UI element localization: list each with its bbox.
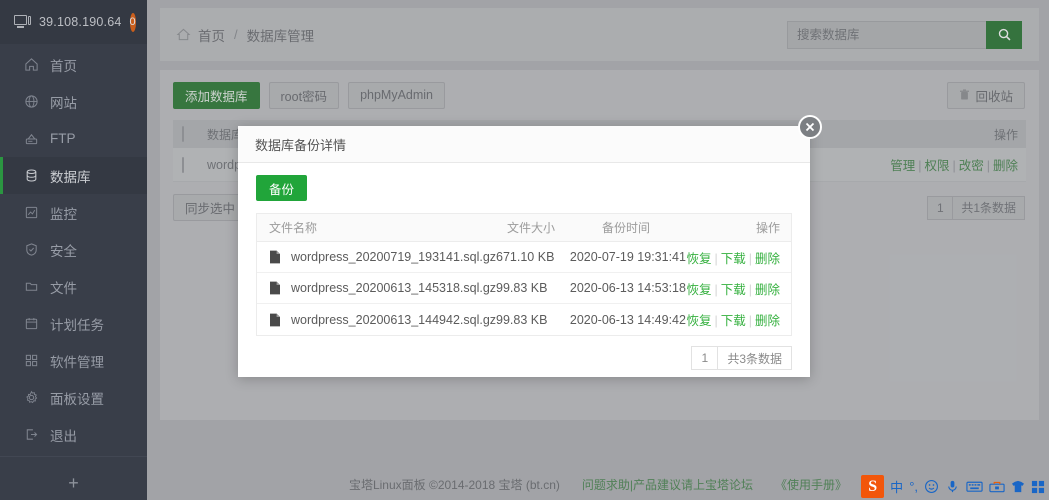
- backup-detail-modal: 数据库备份详情 备份 文件名称 文件大小 备份时间 操作 wordpress_2…: [238, 115, 822, 377]
- cell-operations: 恢复 | 下载 | 删除: [686, 314, 780, 328]
- close-icon: [805, 122, 815, 132]
- cell-filename-wrap: wordpress_20200613_145318.sql.gz: [257, 281, 496, 295]
- restore-link[interactable]: 恢复: [686, 314, 711, 328]
- cell-backuptime: 2020-07-19 19:31:41: [569, 250, 686, 264]
- cell-filesize: 99.83 KB: [496, 312, 548, 327]
- download-link[interactable]: 下载: [721, 252, 746, 266]
- restore-link[interactable]: 恢复: [686, 283, 711, 297]
- cell-filesize: 671.10 KB: [496, 250, 555, 264]
- column-header-filename: 文件名称: [269, 221, 318, 235]
- cell-filename: wordpress_20200613_145318.sql.gz: [291, 281, 497, 295]
- file-icon: [270, 281, 280, 295]
- modal-title: 数据库备份详情: [238, 126, 810, 163]
- cell-operations: 恢复 | 下载 | 删除: [686, 282, 780, 297]
- total-count-label: 共3条数据: [718, 346, 792, 370]
- sogou-logo-icon[interactable]: S: [861, 475, 885, 498]
- page-number[interactable]: 1: [691, 346, 719, 370]
- ime-toolbar: S 中 °,: [861, 475, 1049, 498]
- delete-link[interactable]: 删除: [755, 283, 780, 297]
- backup-table-header: 文件名称 文件大小 备份时间 操作: [257, 214, 791, 242]
- delete-link[interactable]: 删除: [755, 314, 780, 328]
- emoji-icon[interactable]: [924, 479, 939, 494]
- download-link[interactable]: 下载: [721, 314, 746, 328]
- cell-filename: wordpress_20200613_144942.sql.gz: [291, 312, 497, 327]
- skin-icon[interactable]: [1011, 479, 1025, 494]
- column-header-operation: 操作: [755, 221, 780, 235]
- restore-link[interactable]: 恢复: [686, 252, 711, 266]
- cell-operations: 恢复 | 下载 | 删除: [686, 251, 780, 266]
- cell-filename: wordpress_20200719_193141.sql.gz: [291, 250, 497, 264]
- ime-mode-label[interactable]: 中: [890, 477, 903, 496]
- cell-filesize: 99.83 KB: [496, 281, 548, 295]
- backup-files-table: 文件名称 文件大小 备份时间 操作 wordpress_20200719_193…: [256, 213, 792, 336]
- modal-close-button[interactable]: [798, 115, 822, 139]
- table-row[interactable]: wordpress_20200719_193141.sql.gz 671.10 …: [257, 242, 791, 273]
- delete-link[interactable]: 删除: [755, 252, 780, 266]
- apps-icon[interactable]: [1031, 480, 1045, 494]
- modal-body: 备份 文件名称 文件大小 备份时间 操作 wordpress_20200719_…: [238, 163, 810, 370]
- cell-filename-wrap: wordpress_20200719_193141.sql.gz: [257, 250, 496, 264]
- file-icon: [270, 313, 280, 326]
- modal-pagination: 1 共3条数据: [256, 346, 792, 370]
- download-link[interactable]: 下载: [721, 283, 746, 297]
- column-header-backuptime: 备份时间: [602, 221, 651, 235]
- file-icon: [270, 250, 280, 264]
- backup-now-button[interactable]: 备份: [256, 175, 308, 201]
- cell-backuptime: 2020-06-13 14:49:42: [569, 312, 686, 327]
- cell-filename-wrap: wordpress_20200613_144942.sql.gz: [257, 313, 496, 327]
- cell-backuptime: 2020-06-13 14:53:18: [569, 281, 686, 295]
- toolbox-icon[interactable]: [989, 480, 1005, 493]
- ime-punctuation-toggle[interactable]: °,: [909, 479, 918, 494]
- column-header-filesize: 文件大小: [507, 221, 556, 235]
- microphone-icon[interactable]: [945, 479, 960, 494]
- keyboard-icon[interactable]: [966, 480, 983, 493]
- table-row[interactable]: wordpress_20200613_144942.sql.gz 99.83 K…: [257, 304, 791, 335]
- table-row[interactable]: wordpress_20200613_145318.sql.gz 99.83 K…: [257, 273, 791, 304]
